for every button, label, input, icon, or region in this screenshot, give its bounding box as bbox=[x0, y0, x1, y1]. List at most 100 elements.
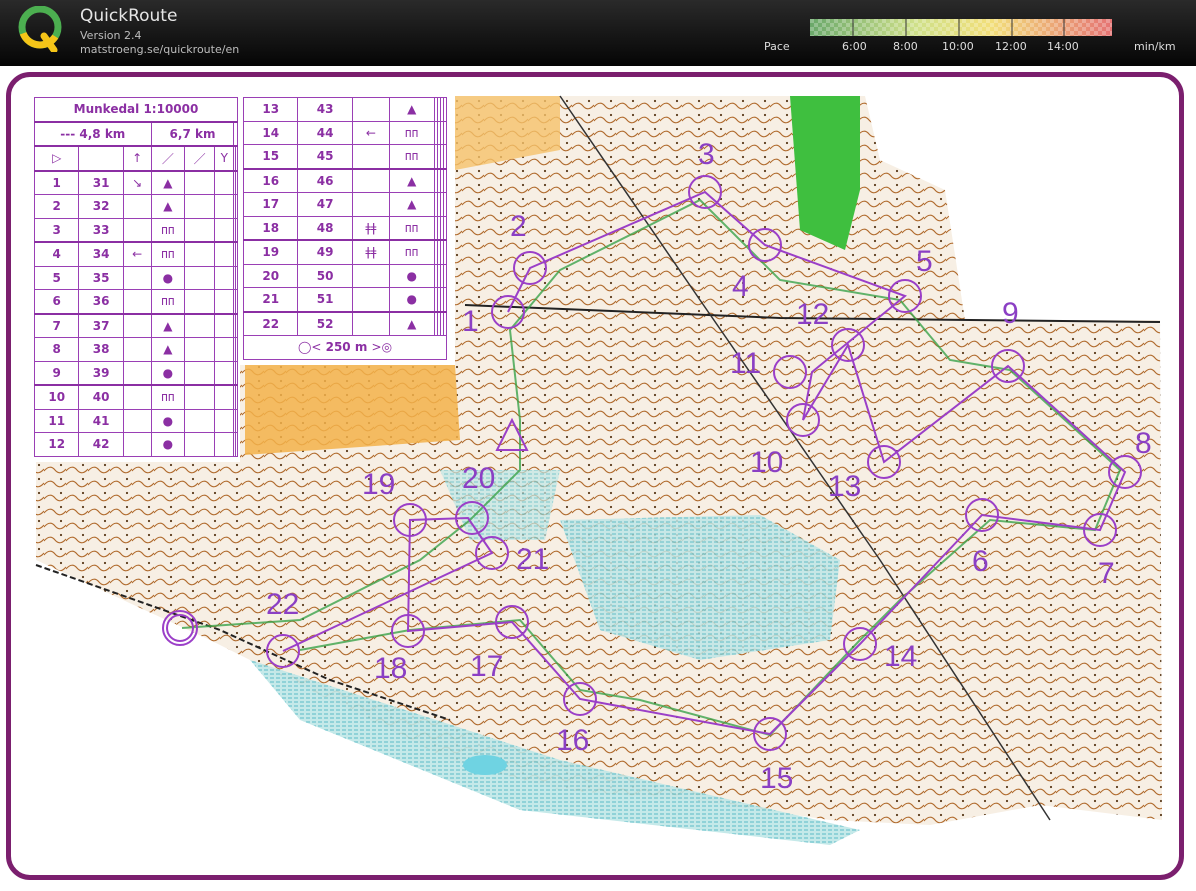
control-direction: ← bbox=[351, 120, 390, 145]
control-direction bbox=[122, 432, 152, 457]
control-label: 22 bbox=[266, 588, 300, 621]
control-number: 2 bbox=[33, 194, 80, 219]
control-label: 4 bbox=[732, 270, 749, 303]
control-label: 5 bbox=[916, 245, 933, 278]
control-number: 13 bbox=[242, 97, 299, 122]
control-label: 18 bbox=[374, 652, 408, 685]
control-number: 16 bbox=[242, 168, 299, 193]
control-code: 38 bbox=[78, 337, 124, 362]
control-row: 21 51 ● bbox=[242, 287, 448, 313]
control-code: 36 bbox=[78, 289, 124, 315]
control-row: 6 36 ᴨᴨ bbox=[33, 289, 238, 315]
course-length: --- 4,8 km bbox=[34, 121, 152, 147]
control-row: 14 44 ← ᴨᴨ bbox=[242, 120, 448, 145]
control-label: 11 bbox=[730, 347, 762, 380]
control-label: 7 bbox=[1098, 557, 1115, 590]
control-number: 11 bbox=[33, 408, 80, 433]
control-direction: ↘ bbox=[122, 170, 152, 195]
control-descriptions-left: Munkedal 1:10000 --- 4,8 km 6,7 km ▷ ↑ ／／ Y … bbox=[33, 97, 238, 457]
control-feature: ᴨᴨ bbox=[150, 384, 186, 410]
control-feature: ᴨᴨ bbox=[150, 289, 186, 315]
control-direction bbox=[122, 337, 152, 362]
control-feature: ● bbox=[150, 360, 186, 386]
control-code: 46 bbox=[297, 168, 353, 193]
control-row: 7 37 ▲ bbox=[33, 313, 238, 338]
control-code: 31 bbox=[78, 170, 124, 195]
control-number: 21 bbox=[242, 287, 299, 313]
control-feature: ● bbox=[150, 432, 186, 457]
control-row: 22 52 ▲ bbox=[242, 311, 448, 336]
control-direction bbox=[351, 263, 390, 288]
control-feature: ▲ bbox=[388, 311, 435, 336]
control-code: 33 bbox=[78, 217, 124, 243]
control-label: 17 bbox=[470, 650, 504, 683]
control-number: 1 bbox=[33, 170, 80, 195]
control-feature: ▲ bbox=[150, 337, 186, 362]
control-label: 21 bbox=[516, 543, 550, 576]
control-label: 1 bbox=[462, 305, 479, 338]
control-number: 20 bbox=[242, 263, 299, 288]
control-direction bbox=[122, 217, 152, 243]
control-label: 16 bbox=[556, 724, 590, 757]
control-number: 18 bbox=[242, 215, 299, 241]
start-row: ▷ ↑ ／／ Y bbox=[33, 145, 238, 172]
control-code: 49 bbox=[297, 239, 353, 265]
control-label: 6 bbox=[972, 545, 989, 578]
control-row: 8 38 ▲ bbox=[33, 337, 238, 362]
control-number: 22 bbox=[242, 311, 299, 336]
control-feature: ▲ bbox=[150, 194, 186, 219]
control-label: 9 bbox=[1002, 297, 1019, 330]
control-direction bbox=[351, 311, 390, 336]
control-feature: ᴨᴨ bbox=[388, 144, 435, 170]
control-feature: ᴨᴨ bbox=[388, 120, 435, 145]
control-number: 14 bbox=[242, 120, 299, 145]
control-row: 19 49 ǂǂ ᴨᴨ bbox=[242, 239, 448, 265]
control-feature: ▲ bbox=[388, 97, 435, 122]
control-label: 10 bbox=[750, 446, 784, 479]
control-code: 43 bbox=[297, 97, 353, 122]
control-label: 13 bbox=[828, 470, 862, 503]
control-direction bbox=[122, 408, 152, 433]
control-feature: ▲ bbox=[388, 168, 435, 193]
control-number: 7 bbox=[33, 313, 80, 338]
control-direction bbox=[122, 360, 152, 386]
control-row: 9 39 ● bbox=[33, 360, 238, 386]
event-title: Munkedal 1:10000 bbox=[34, 97, 238, 123]
control-label: 19 bbox=[362, 468, 396, 501]
control-code: 34 bbox=[78, 241, 124, 267]
control-number: 9 bbox=[33, 360, 80, 386]
control-feature: ▲ bbox=[150, 313, 186, 338]
control-direction bbox=[351, 192, 390, 217]
control-number: 17 bbox=[242, 192, 299, 217]
control-code: 45 bbox=[297, 144, 353, 170]
control-number: 15 bbox=[242, 144, 299, 170]
control-feature: ᴨᴨ bbox=[388, 215, 435, 241]
control-row: 13 43 ▲ bbox=[242, 97, 448, 122]
control-code: 39 bbox=[78, 360, 124, 386]
control-direction: ← bbox=[122, 241, 152, 267]
control-feature: ● bbox=[150, 408, 186, 433]
control-row: 11 41 ● bbox=[33, 408, 238, 433]
control-code: 52 bbox=[297, 311, 353, 336]
control-number: 10 bbox=[33, 384, 80, 410]
control-direction bbox=[122, 265, 152, 290]
control-row: 4 34 ← ᴨᴨ bbox=[33, 241, 238, 267]
control-row: 20 50 ● bbox=[242, 263, 448, 288]
control-number: 8 bbox=[33, 337, 80, 362]
control-label: 14 bbox=[884, 640, 918, 673]
control-feature: ● bbox=[388, 263, 435, 288]
control-code: 48 bbox=[297, 215, 353, 241]
control-code: 51 bbox=[297, 287, 353, 313]
control-label: 20 bbox=[462, 462, 496, 495]
control-code: 44 bbox=[297, 120, 353, 145]
control-code: 41 bbox=[78, 408, 124, 433]
control-feature: ▲ bbox=[150, 170, 186, 195]
control-row: 17 47 ▲ bbox=[242, 192, 448, 217]
control-direction bbox=[122, 384, 152, 410]
control-direction: ǂǂ bbox=[351, 239, 390, 265]
control-code: 47 bbox=[297, 192, 353, 217]
control-label: 3 bbox=[698, 138, 715, 171]
finish-distance: 250 m bbox=[325, 340, 368, 355]
control-code: 42 bbox=[78, 432, 124, 457]
open-land bbox=[245, 365, 460, 455]
